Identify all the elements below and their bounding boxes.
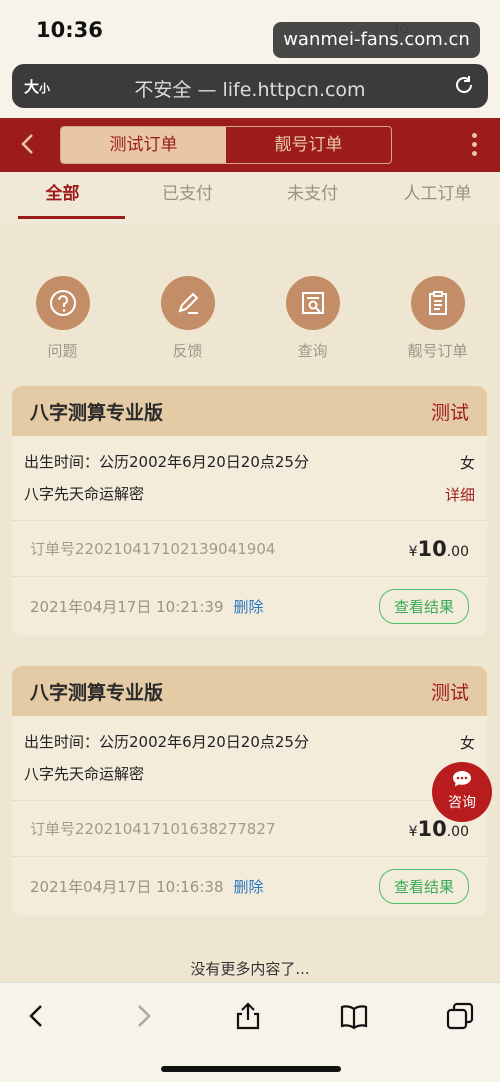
order-info: 出生时间：公历2002年6月20日20点25分 女 八字先天命运解密 (12, 716, 487, 790)
order-type: 测试 (430, 681, 469, 704)
order-price: ¥10.00 (409, 537, 469, 561)
price-integer: 10 (417, 536, 447, 561)
bookmarks-icon[interactable] (339, 1001, 369, 1031)
birth-time: 出生时间：公历2002年6月20日20点25分 (24, 453, 309, 471)
order-info: 出生时间：公历2002年6月20日20点25分 女 八字先天命运解密 详细 (12, 436, 487, 510)
order-number: 订单号2202104171021390419​04 (30, 540, 276, 558)
order-card-header: 八字测算专业版 测试 (12, 666, 487, 716)
more-icon[interactable] (472, 133, 478, 157)
order-date: 2021年04月17日 10:16:38 (30, 878, 224, 896)
consult-label: 咨询 (448, 795, 476, 811)
price-decimal: .00 (446, 823, 469, 840)
gender: 女 (459, 453, 475, 472)
status-bar: 10:36 4G wanmei-fans.com.cn (0, 0, 500, 58)
segment-test-orders[interactable]: 测试订单 (61, 127, 226, 163)
order-type: 测试 (430, 401, 469, 424)
no-more-content: 没有更多内容了... (190, 960, 310, 978)
filter-tabs: 全部 已支付 未支付 人工订单 (0, 172, 500, 224)
quick-search-label: 查询 (297, 342, 328, 360)
order-title: 八字测算专业版 (30, 681, 164, 704)
gender: 女 (459, 733, 475, 752)
quick-number-orders[interactable]: 靓号订单 (375, 250, 500, 370)
quick-feedback-label: 反馈 (172, 342, 203, 360)
order-number-row: 订单号220210417101638277827 ¥10.00 (12, 800, 487, 856)
order-card-header: 八字测算专业版 测试 (12, 386, 487, 436)
quick-question[interactable]: 问题 (0, 250, 125, 370)
browser-address-area: 大小 不安全 — life.httpcn.com (0, 58, 500, 118)
reload-icon[interactable] (452, 73, 476, 97)
watermark: wanmei-fans.com.cn (273, 22, 480, 58)
app-header: 测试订单 靓号订单 (0, 118, 500, 172)
quick-question-label: 问题 (47, 342, 78, 360)
delete-link[interactable]: 删除 (233, 878, 263, 896)
order-description: 八字先天命运解密 (24, 485, 145, 503)
quick-feedback[interactable]: 反馈 (125, 250, 250, 370)
share-icon[interactable] (233, 1001, 263, 1031)
price-integer: 10 (417, 816, 447, 841)
address-bar[interactable]: 大小 不安全 — life.httpcn.com (12, 64, 488, 108)
order-date: 2021年04月17日 10:21:39 (30, 598, 224, 616)
quick-search[interactable]: 查询 (250, 250, 375, 370)
quick-number-orders-label: 靓号订单 (407, 342, 468, 360)
order-footer: 2021年04月17日 10:16:38 删除 查看结果 (12, 856, 487, 916)
order-type-switch: 测试订单 靓号订单 (60, 126, 392, 164)
tab-manual[interactable]: 人工订单 (375, 172, 500, 224)
consult-button[interactable]: 咨询 (432, 762, 492, 822)
order-description: 八字先天命运解密 (24, 765, 145, 783)
price-decimal: .00 (446, 543, 469, 560)
segment-number-orders[interactable]: 靓号订单 (226, 127, 391, 163)
view-result-button[interactable]: 查看结果 (378, 869, 469, 904)
tab-paid[interactable]: 已支付 (125, 172, 250, 224)
order-title: 八字测算专业版 (30, 401, 164, 424)
question-icon (35, 276, 90, 330)
order-number: 订单号220210417101638277827 (30, 820, 276, 838)
clipboard-icon (410, 276, 465, 330)
currency-symbol: ¥ (408, 543, 418, 560)
search-doc-icon (285, 276, 340, 330)
chat-icon (453, 771, 471, 787)
tab-all[interactable]: 全部 (0, 172, 125, 224)
home-indicator (161, 1066, 341, 1072)
detail-link[interactable]: 详细 (445, 484, 475, 505)
birth-time: 出生时间：公历2002年6月20日20点25分 (24, 733, 309, 751)
tab-unpaid[interactable]: 未支付 (250, 172, 375, 224)
quick-actions: 问题 反馈 查询 靓号订单 (0, 250, 500, 370)
edit-icon (160, 276, 215, 330)
back-icon[interactable] (18, 132, 38, 156)
order-card: 八字测算专业版 测试 出生时间：公历2002年6月20日20点25分 女 八字先… (12, 666, 487, 916)
order-number-row: 订单号2202104171021390419​04 ¥10.00 (12, 520, 487, 576)
status-time: 10:36 (36, 18, 103, 42)
browser-back-icon[interactable] (22, 1001, 52, 1031)
order-footer: 2021年04月17日 10:21:39 删除 查看结果 (12, 576, 487, 636)
currency-symbol: ¥ (408, 823, 418, 840)
tabs-icon[interactable] (445, 1001, 475, 1031)
order-card: 八字测算专业版 测试 出生时间：公历2002年6月20日20点25分 女 八字先… (12, 386, 487, 636)
browser-forward-icon[interactable] (128, 1001, 158, 1031)
delete-link[interactable]: 删除 (233, 598, 263, 616)
url-text[interactable]: 不安全 — life.httpcn.com (12, 75, 488, 102)
view-result-button[interactable]: 查看结果 (378, 589, 469, 624)
